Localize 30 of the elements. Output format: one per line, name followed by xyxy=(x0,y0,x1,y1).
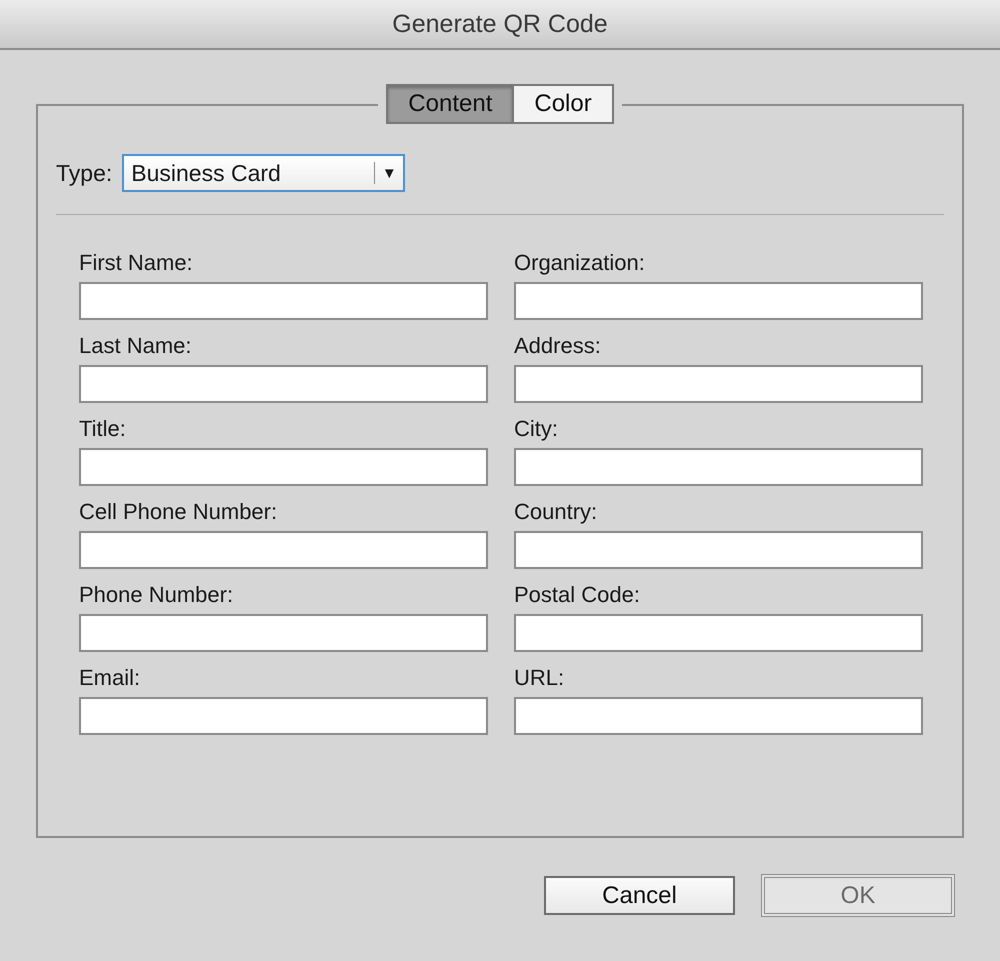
input-field[interactable] xyxy=(514,531,923,569)
input-field[interactable] xyxy=(514,614,923,652)
field-label: Last Name: xyxy=(79,332,192,359)
field-label: Address: xyxy=(514,332,602,359)
input-field[interactable] xyxy=(79,365,488,403)
input-field[interactable] xyxy=(79,531,488,569)
field-label: Organization: xyxy=(514,249,646,276)
tab[interactable]: Color xyxy=(514,84,614,124)
input-field[interactable] xyxy=(79,697,488,735)
field-label: City: xyxy=(514,415,559,442)
field-label: First Name: xyxy=(79,249,194,276)
field-label: Cell Phone Number: xyxy=(79,498,278,525)
input-field[interactable] xyxy=(514,448,923,486)
tab[interactable]: Content xyxy=(386,84,514,124)
type-label: Type: xyxy=(56,160,112,186)
input-field[interactable] xyxy=(79,282,488,320)
dialog-button[interactable]: Cancel xyxy=(544,876,735,915)
input-field[interactable] xyxy=(79,614,488,652)
input-field[interactable] xyxy=(79,448,488,486)
field-label: Postal Code: xyxy=(514,581,641,608)
input-field[interactable] xyxy=(514,697,923,735)
type-dropdown[interactable]: Business Card ▼ xyxy=(122,154,406,192)
field-label: Title: xyxy=(79,415,127,442)
field-label: Country: xyxy=(514,498,598,525)
field-label: Phone Number: xyxy=(79,581,234,608)
field-label: URL: xyxy=(514,664,566,691)
window-title: Generate QR Code xyxy=(392,10,608,38)
input-field[interactable] xyxy=(514,365,923,403)
field-label: Email: xyxy=(79,664,142,691)
input-field[interactable] xyxy=(514,282,923,320)
